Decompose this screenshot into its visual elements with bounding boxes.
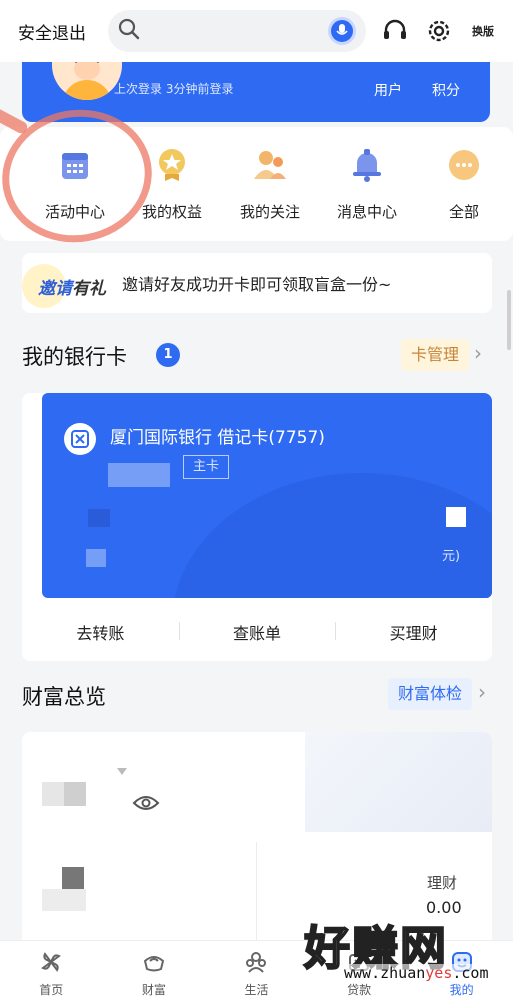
tab-label: 生活 — [244, 983, 269, 997]
quick-item-benefits[interactable]: 我的权益 — [122, 145, 222, 222]
quick-item-label: 活动中心 — [44, 203, 105, 221]
version-switch-button[interactable]: 换 版 — [466, 14, 500, 48]
masked-region — [64, 782, 86, 806]
statement-button[interactable]: 查账单 — [178, 620, 336, 644]
quick-item-label: 全部 — [448, 203, 479, 221]
masked-region — [62, 867, 84, 889]
site-watermark: 好赚网 www.zhuanyes.com — [303, 912, 513, 1000]
bell-icon — [347, 145, 387, 185]
chevron-right-icon[interactable]: › — [478, 680, 486, 704]
quick-item-label: 消息中心 — [336, 203, 397, 221]
scrollbar[interactable] — [507, 290, 511, 350]
bank-logo-icon — [64, 423, 96, 455]
masked-region — [446, 507, 466, 527]
dropdown-caret-icon[interactable] — [117, 768, 127, 775]
card-action-bar: 去转账 查账单 买理财 — [22, 603, 492, 661]
wealth-checkup-button[interactable]: 财富体检 — [388, 678, 473, 710]
invite-badge-text-a: 邀请 — [38, 279, 72, 299]
invite-gift-badge: 邀请有礼 — [22, 256, 116, 310]
more-icon — [444, 145, 484, 185]
quick-item-activity-center[interactable]: 活动中心 — [25, 145, 125, 222]
masked-region — [88, 509, 110, 527]
quick-item-label: 我的权益 — [141, 203, 202, 221]
following-icon — [250, 145, 290, 185]
headset-icon[interactable] — [378, 14, 412, 48]
gear-icon[interactable] — [422, 14, 456, 48]
life-icon — [243, 949, 269, 975]
quick-item-label: 我的关注 — [239, 203, 300, 221]
wealth-overview-title: 财富总览 — [22, 685, 106, 709]
masked-region — [108, 463, 170, 487]
version-switch-line1: 换 — [472, 24, 483, 38]
activity-center-icon — [55, 145, 95, 185]
buy-wealth-button[interactable]: 买理财 — [335, 620, 492, 644]
top-bar: 安全退出 换 版 — [0, 0, 513, 62]
voice-search-icon[interactable] — [328, 17, 356, 45]
watermark-url: www.zhuanyes.com — [344, 964, 489, 982]
benefits-icon — [152, 145, 192, 185]
card-name: 厦门国际银行 借记卡(7757) — [110, 428, 325, 448]
invite-badge-text-b: 有礼 — [72, 279, 106, 299]
transfer-button[interactable]: 去转账 — [22, 620, 179, 644]
invite-message: 邀请好友成功开卡即可领取盲盒一份~ — [122, 275, 392, 294]
quick-item-following[interactable]: 我的关注 — [220, 145, 320, 222]
tab-life[interactable]: 生活 — [205, 941, 308, 1000]
invite-banner[interactable]: 邀请有礼 邀请好友成功开卡即可领取盲盒一份~ — [22, 253, 492, 313]
home-icon — [38, 949, 64, 975]
primary-card-tag: 主卡 — [183, 455, 229, 479]
tab-home[interactable]: 首页 — [0, 941, 103, 1000]
logout-button[interactable]: 安全退出 — [18, 19, 100, 44]
card-balance-suffix: 元) — [442, 549, 461, 564]
bank-card[interactable]: 厦门国际银行 借记卡(7757) 主卡 元) — [42, 393, 492, 598]
quick-item-all[interactable]: 全部 — [414, 145, 513, 222]
eye-icon[interactable] — [132, 794, 160, 816]
tab-label: 财富 — [141, 983, 166, 997]
search-input[interactable] — [108, 10, 366, 52]
quick-item-messages[interactable]: 消息中心 — [317, 145, 417, 222]
tab-wealth[interactable]: 财富 — [103, 941, 206, 1000]
card-manage-button[interactable]: 卡管理 — [401, 339, 470, 371]
search-icon — [118, 18, 140, 44]
stat-points[interactable]: 积分 — [432, 80, 460, 100]
chevron-right-icon[interactable]: › — [474, 341, 482, 365]
masked-region — [86, 549, 106, 567]
tab-label: 首页 — [39, 983, 64, 997]
last-login-text: 上次登录 3分钟前登录 — [114, 82, 234, 96]
bank-card-panel: 厦门国际银行 借记卡(7757) 主卡 元) 去转账 查账单 买理财 — [22, 393, 492, 661]
wealth-icon — [141, 949, 167, 975]
stat-users[interactable]: 用户 — [374, 80, 402, 100]
masked-region — [42, 889, 86, 911]
card-count-badge: 1 — [156, 343, 180, 367]
bank-cards-title: 我的银行卡 — [22, 345, 127, 369]
version-switch-line2: 版 — [483, 24, 494, 38]
finance-label: 理财 — [427, 874, 458, 892]
quick-menu: 活动中心 我的权益 我的关注 消息中心 全部 — [0, 127, 513, 241]
